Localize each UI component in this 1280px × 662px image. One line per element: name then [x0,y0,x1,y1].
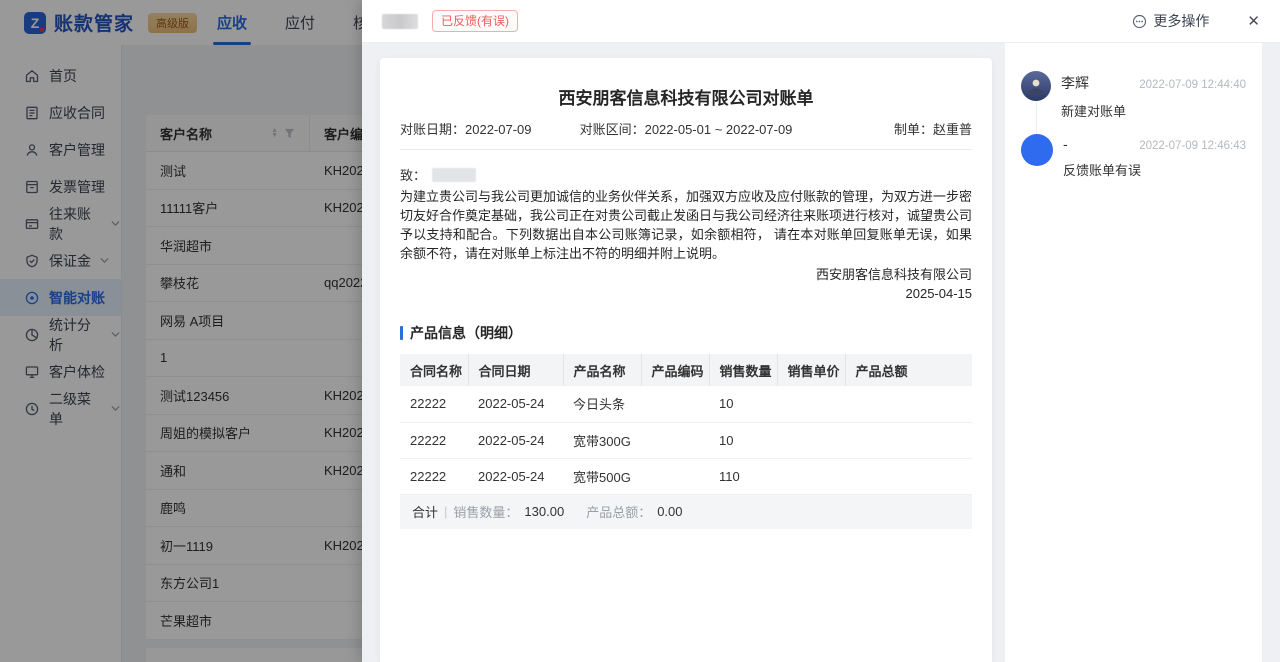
product-row: 222222022-05-24宽带300G 10 [400,422,972,458]
summary-qty-value: 130.00 [524,504,564,519]
redacted-title [382,14,418,29]
product-cell [641,422,709,458]
document-meta: 对账日期：2022-07-09 对账区间：2022-05-01 ~ 2022-0… [400,119,972,138]
timeline-timestamp: 2022-07-09 12:46:43 [1139,140,1246,152]
product-cell: 22222 [400,458,468,494]
signature-company: 西安朋客信息科技有限公司 [400,265,972,284]
ellipsis-circle-icon [1132,14,1147,29]
product-cell: 10 [709,422,777,458]
drawer-header: 已反馈(有误) 更多操作 ✕ [362,0,1280,43]
document-body-text: 为建立贵公司与我公司更加诚信的业务伙伴关系，加强双方应收及应付账款的管理，为双方… [400,187,972,263]
section-accent-bar [400,326,403,340]
timeline-action: 反馈账单有误 [1063,160,1246,179]
meta-maker: 制单：赵重普 [804,119,972,138]
summary-qty-label: 销售数量： [453,502,518,521]
summary-amount-value: 0.00 [657,504,682,519]
product-cell: 22222 [400,422,468,458]
product-cell [845,458,972,494]
timeline-user-name: - [1063,136,1068,152]
drawer-body: 西安朋客信息科技有限公司对账单 对账日期：2022-07-09 对账区间：202… [362,43,1280,662]
summary-amount-label: 产品总额： [586,502,651,521]
product-row: 222222022-05-24宽带500G 110 [400,458,972,494]
status-badge: 已反馈(有误) [432,10,518,32]
product-cell [641,386,709,422]
product-cell: 今日头条 [563,386,641,422]
timeline-item: 李辉 2022-07-09 12:44:40 新建对账单 [1021,71,1246,134]
avatar [1021,71,1051,101]
product-cell [777,422,845,458]
reconciliation-drawer: 已反馈(有误) 更多操作 ✕ 西安朋客信息科技有限公司对账单 [362,0,1280,662]
product-cell: 宽带500G [563,458,641,494]
redacted-recipient [432,168,476,182]
timeline-timestamp: 2022-07-09 12:44:40 [1139,79,1246,91]
divider [400,149,972,150]
product-cell [845,386,972,422]
product-column-header: 产品编码 [641,354,709,386]
product-cell [777,386,845,422]
timeline-action: 新建对账单 [1061,101,1246,120]
meta-range: 对账区间：2022-05-01 ~ 2022-07-09 [568,119,804,138]
product-cell: 22222 [400,386,468,422]
meta-date: 对账日期：2022-07-09 [400,119,568,138]
product-row: 222222022-05-24今日头条 10 [400,386,972,422]
product-column-header: 销售数量 [709,354,777,386]
product-cell: 10 [709,386,777,422]
product-column-header: 产品总额 [845,354,972,386]
more-actions-button[interactable]: 更多操作 [1132,11,1209,31]
product-table-summary: 合计 | 销售数量： 130.00 产品总额： 0.00 [400,495,972,529]
product-cell: 2022-05-24 [468,458,563,494]
product-column-header: 销售单价 [777,354,845,386]
product-section-title: 产品信息（明细） [400,323,972,343]
timeline-item: - 2022-07-09 12:46:43 反馈账单有误 [1021,134,1246,193]
product-table-header: 合同名称合同日期产品名称产品编码销售数量销售单价产品总额 [400,354,972,386]
product-cell: 2022-05-24 [468,386,563,422]
salutation: 致： [400,165,972,184]
product-column-header: 产品名称 [563,354,641,386]
product-table: 合同名称合同日期产品名称产品编码销售数量销售单价产品总额 222222022-0… [400,354,972,495]
product-cell: 110 [709,458,777,494]
product-cell: 2022-05-24 [468,422,563,458]
product-cell: 宽带300G [563,422,641,458]
product-cell [777,458,845,494]
product-column-header: 合同日期 [468,354,563,386]
product-cell [845,422,972,458]
activity-timeline: 李辉 2022-07-09 12:44:40 新建对账单 - 2022-07-09 12… [1005,43,1262,662]
close-icon[interactable]: ✕ [1247,14,1260,29]
timeline-user-name: 李辉 [1061,73,1089,93]
summary-label: 合计 [412,502,438,521]
more-actions-label: 更多操作 [1153,11,1209,31]
document-title: 西安朋客信息科技有限公司对账单 [400,84,972,109]
signature-date: 2025-04-15 [400,284,972,303]
statement-document: 西安朋客信息科技有限公司对账单 对账日期：2022-07-09 对账区间：202… [380,58,992,662]
avatar-dot [1021,134,1053,166]
product-cell [641,458,709,494]
product-column-header: 合同名称 [400,354,468,386]
